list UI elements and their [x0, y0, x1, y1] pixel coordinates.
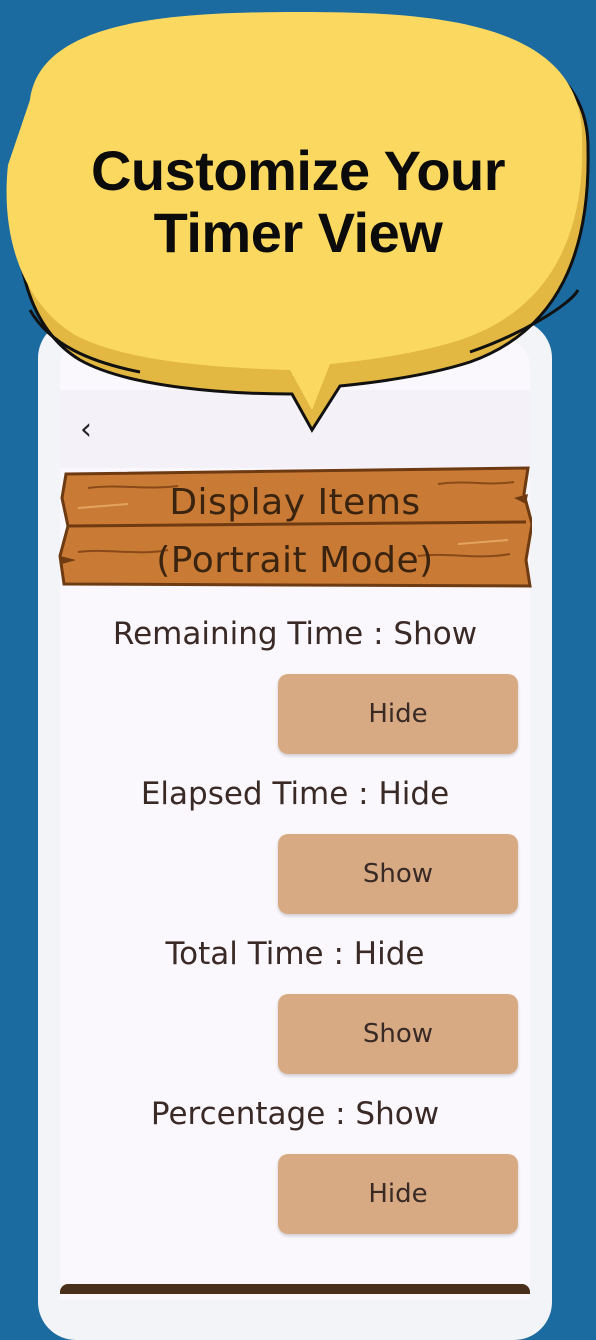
section-title-line-1: Display Items	[169, 482, 421, 523]
headline: Customize Your Timer View	[30, 140, 566, 264]
section-title: Display Items (Portrait Mode)	[60, 474, 530, 590]
bottom-wood-edge	[60, 1284, 530, 1294]
headline-line-1: Customize Your	[90, 139, 506, 202]
percentage-toggle-label: Hide	[368, 1179, 428, 1209]
elapsed-time-toggle-button[interactable]: Show	[278, 834, 518, 914]
total-time-label: Total Time : Hide	[165, 936, 425, 972]
section-title-line-2: (Portrait Mode)	[156, 540, 434, 581]
total-time-toggle-button[interactable]: Show	[278, 994, 518, 1074]
percentage-toggle-button[interactable]: Hide	[278, 1154, 518, 1234]
remaining-time-toggle-label: Hide	[368, 699, 428, 729]
total-time-toggle-label: Show	[362, 1019, 434, 1049]
percentage-label: Percentage : Show	[150, 1096, 440, 1132]
headline-line-2: Timer View	[153, 201, 443, 264]
elapsed-time-toggle-label: Show	[362, 859, 434, 889]
remaining-time-toggle-button[interactable]: Hide	[278, 674, 518, 754]
elapsed-time-label: Elapsed Time : Hide	[140, 776, 450, 812]
remaining-time-label: Remaining Time : Show	[112, 616, 478, 652]
